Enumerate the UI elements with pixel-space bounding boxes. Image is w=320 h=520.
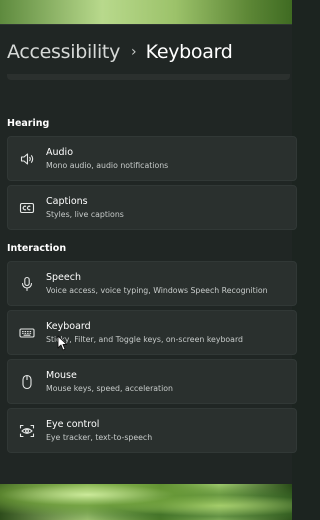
settings-item-title: Keyboard [46,320,91,332]
settings-item-speech[interactable]: Speech Voice access, voice typing, Windo… [7,261,297,306]
mouse-icon [8,360,46,403]
settings-item-title: Audio [46,146,74,158]
previous-card-edge [7,74,290,80]
eye-control-icon [8,409,46,452]
keyboard-icon [8,311,46,354]
speaker-icon [8,137,46,180]
settings-item-description: Styles, live captions [46,209,124,219]
section-heading-hearing: Hearing [7,118,50,129]
settings-item-description: Mouse keys, speed, acceleration [46,383,173,393]
mouse-pointer-icon [57,335,67,351]
settings-item-captions[interactable]: Captions Styles, live captions [7,185,297,230]
settings-item-eye-control[interactable]: Eye control Eye tracker, text-to-speech [7,408,297,453]
settings-item-description: Eye tracker, text-to-speech [46,432,153,442]
settings-item-title: Mouse [46,369,77,381]
settings-item-description: Voice access, voice typing, Windows Spee… [46,285,268,295]
settings-item-description: Mono audio, audio notifications [46,160,169,170]
settings-item-keyboard[interactable]: Keyboard Sticky, Filter, and Toggle keys… [7,310,297,355]
cc-icon [8,186,46,229]
section-heading-interaction: Interaction [7,243,67,254]
wallpaper-bottom [0,484,292,520]
breadcrumb-separator: › [131,44,137,60]
settings-item-description: Sticky, Filter, and Toggle keys, on-scre… [46,334,243,344]
settings-item-mouse[interactable]: Mouse Mouse keys, speed, acceleration [7,359,297,404]
wallpaper-top [0,0,292,24]
settings-item-title: Captions [46,195,88,207]
page-title: Keyboard [145,41,233,63]
settings-item-title: Speech [46,271,81,283]
settings-item-title: Eye control [46,418,100,430]
microphone-icon [8,262,46,305]
breadcrumb: Accessibility › Keyboard [7,38,233,66]
breadcrumb-accessibility-link[interactable]: Accessibility [7,41,120,63]
settings-item-audio[interactable]: Audio Mono audio, audio notifications [7,136,297,181]
